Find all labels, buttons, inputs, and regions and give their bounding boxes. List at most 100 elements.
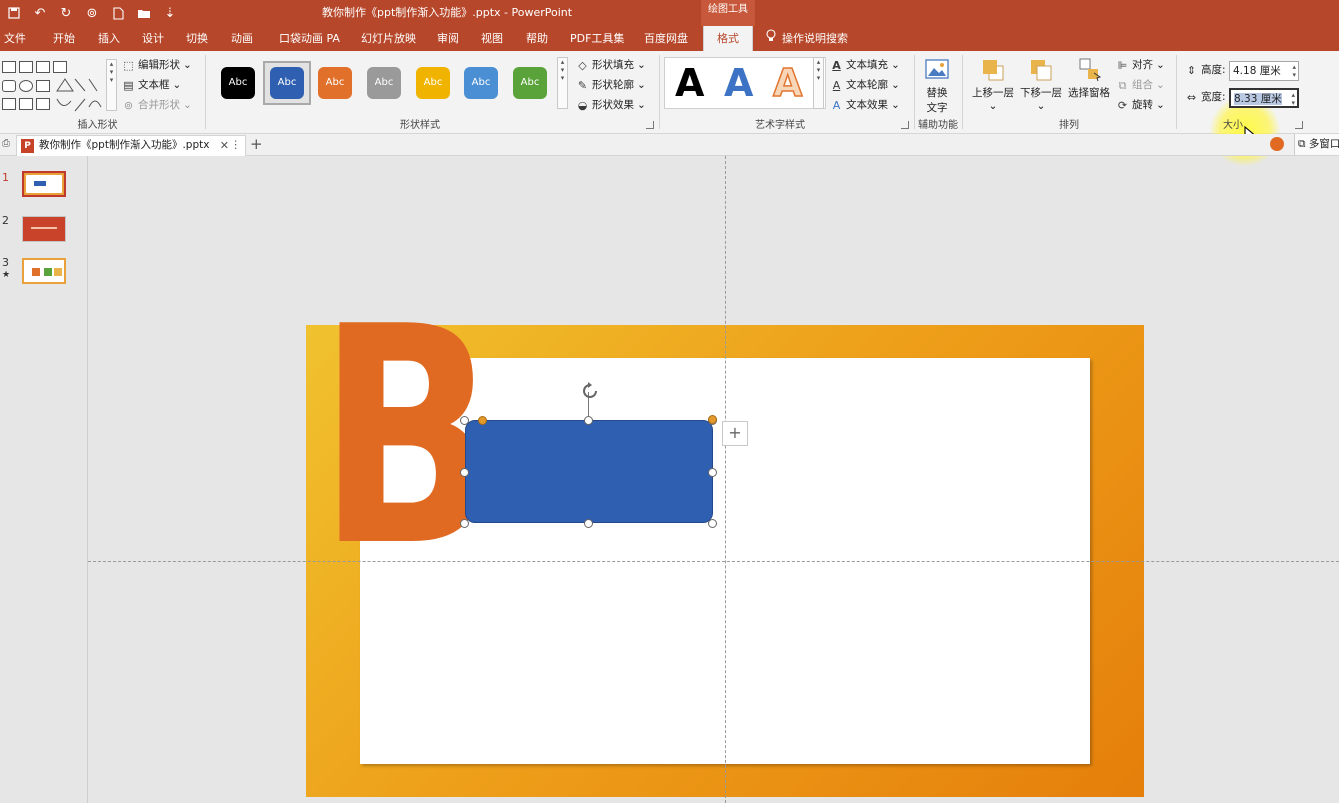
style-swatch-black[interactable]: Abc [221,67,255,99]
style-swatch-green[interactable]: Abc [513,67,547,99]
new-tab-button[interactable]: + [250,135,263,153]
new-file-icon[interactable] [108,3,128,23]
resize-handle-right[interactable] [708,468,717,477]
customize-qat-icon[interactable]: ⇣ [160,3,180,23]
chevron-down-icon: ⌄ [988,100,998,112]
alt-text-button[interactable]: 替换 文字 [920,57,954,115]
selected-rounded-rectangle[interactable] [465,420,713,523]
tell-me-search[interactable]: 操作说明搜索 [766,26,848,51]
close-tab-icon[interactable]: ✕ [220,136,229,155]
wordart-orange-outline[interactable]: A [772,61,803,105]
shape-effects-button[interactable]: ◒ 形状效果 ⌄ [576,96,646,114]
resize-handle-left[interactable] [460,468,469,477]
width-input[interactable]: 8.33 厘米 ▴ ▾ [1229,88,1299,108]
shape-styles-launcher-icon[interactable] [646,121,654,129]
tab-animations[interactable]: 动画 [231,26,253,51]
chevron-down-icon: ⌄ [183,59,192,71]
slide-thumbnail-3[interactable] [22,258,66,284]
width-label: ⇔ 宽度: [1186,90,1226,104]
settings-gear-icon[interactable] [1270,137,1284,151]
document-tab[interactable]: P 教你制作《ppt制作渐入功能》.pptx ✕ ⋮ [16,135,246,156]
corner-adjust-handle-left[interactable] [478,416,487,425]
height-input[interactable]: 4.18 厘米 ▴ ▾ [1229,61,1299,81]
text-fill-button[interactable]: A 文本填充 ⌄ [830,56,900,74]
tab-review[interactable]: 审阅 [437,26,459,51]
align-icon: ⊫ [1117,58,1128,72]
group-icon: ⧉ [1118,78,1127,92]
tab-file[interactable]: 文件 [4,26,26,51]
rotate-button[interactable]: ⟳ 旋转 ⌄ [1116,96,1165,114]
chevron-down-icon: ⌄ [183,99,192,111]
save-icon[interactable] [4,3,24,23]
tab-slideshow[interactable]: 幻灯片放映 [361,26,416,51]
tab-insert[interactable]: 插入 [98,26,120,51]
tab-view[interactable]: 视图 [481,26,503,51]
edit-shape-icon: ⬚ [123,58,134,72]
shape-gallery[interactable]: ▴ ▾ ▾ [0,57,117,112]
resize-handle-top[interactable] [584,416,593,425]
tab-home[interactable]: 开始 [53,26,75,51]
style-swatch-gray[interactable]: Abc [367,67,401,99]
shape-outline-button[interactable]: ✎ 形状轮廓 ⌄ [576,76,646,94]
resize-handle-bottom[interactable] [584,519,593,528]
send-backward-icon [1028,57,1054,83]
wordart-gallery-scroll[interactable]: ▴ ▾ ▾ [813,57,824,109]
style-gallery-scroll[interactable]: ▴ ▾ ▾ [557,57,568,109]
selection-pane-button[interactable]: 选择窗格 [1066,57,1112,100]
multi-window-button[interactable]: ⧉ 多窗口 [1294,134,1339,155]
bring-forward-button[interactable]: 上移一层 ⌄ [970,57,1016,112]
text-fill-icon: A [832,58,841,72]
alt-text-icon [924,57,950,83]
window-title: 教你制作《ppt制作渐入功能》.pptx - PowerPoint [322,6,573,19]
rotate-handle-icon[interactable] [579,380,601,402]
align-button[interactable]: ⊫ 对齐 ⌄ [1116,56,1165,74]
slide-thumbnail-1[interactable] [22,171,66,197]
tab-pdf-tools[interactable]: PDF工具集 [570,26,624,51]
size-launcher-icon[interactable] [1295,121,1303,129]
text-box-icon: ▤ [123,78,134,92]
present-icon[interactable]: ⊚ [82,3,102,23]
resize-handle-bottom-left[interactable] [460,519,469,528]
width-spinner[interactable]: ▴ ▾ [1291,91,1295,107]
slide-thumbnail-2[interactable] [22,216,66,242]
tab-pocket-animation[interactable]: 口袋动画 PA [279,26,340,51]
text-box-button[interactable]: ▤ 文本框 ⌄ [122,76,181,94]
text-effects-button[interactable]: A 文本效果 ⌄ [830,96,900,114]
group-button[interactable]: ⧉ 组合 ⌄ [1116,76,1165,94]
height-icon: ⇕ [1186,63,1197,77]
ribbon-tabs: 文件 开始 插入 设计 切换 动画 口袋动画 PA 幻灯片放映 审阅 视图 帮助… [0,26,1339,51]
style-swatch-orange[interactable]: Abc [318,67,352,99]
wordart-gallery[interactable]: A A A [664,57,826,109]
tab-menu-icon[interactable]: ⋮ [231,136,242,155]
undo-icon[interactable]: ↶ [30,3,50,23]
open-folder-icon[interactable] [134,3,154,23]
style-swatch-gold[interactable]: Abc [416,67,450,99]
tab-design[interactable]: 设计 [142,26,164,51]
title-bar: ↶ ↻ ⊚ ⇣ 教你制作《ppt制作渐入功能》.pptx - PowerPoin… [0,0,1339,26]
chevron-down-icon: ⌄ [1156,79,1165,91]
accessibility-label: 辅助功能 [918,120,958,131]
text-outline-button[interactable]: A 文本轮廓 ⌄ [830,76,900,94]
layout-options-plus-button[interactable]: + [722,421,748,446]
wordart-black[interactable]: A [675,62,704,104]
send-backward-button[interactable]: 下移一层 ⌄ [1018,57,1064,112]
style-swatch-blue[interactable]: Abc [270,67,304,99]
tab-format[interactable]: 格式 [703,26,753,51]
corner-adjust-handle-right[interactable] [708,415,717,424]
resize-handle-bottom-right[interactable] [708,519,717,528]
redo-icon[interactable]: ↻ [56,3,76,23]
wordart-launcher-icon[interactable] [901,121,909,129]
tab-baidu-netdisk[interactable]: 百度网盘 [644,26,688,51]
tab-transitions[interactable]: 切换 [186,26,208,51]
wordart-blue[interactable]: A [724,62,753,104]
edit-shape-button[interactable]: ⬚ 编辑形状 ⌄ [122,56,192,74]
merge-shapes-button[interactable]: ⊚ 合并形状 ⌄ [122,96,192,114]
resize-handle-top-left[interactable] [460,416,469,425]
shape-fill-button[interactable]: ◇ 形状填充 ⌄ [576,56,646,74]
height-spinner[interactable]: ▴ ▾ [1292,63,1296,79]
tab-list-icon[interactable]: ⎙ [2,138,10,149]
pencil-icon: ✎ [577,78,588,92]
style-swatch-lightblue[interactable]: Abc [464,67,498,99]
tab-help[interactable]: 帮助 [526,26,548,51]
chevron-down-icon: ⌄ [172,79,182,91]
